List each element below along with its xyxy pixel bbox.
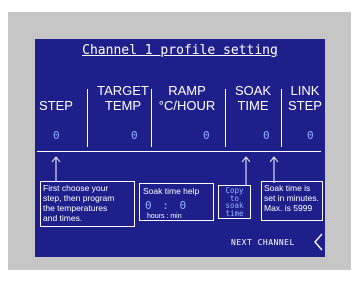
soak-help-minutes[interactable]: 0: [180, 199, 189, 212]
column-header-soak-time: SOAK TIME: [234, 83, 272, 113]
value-ramp[interactable]: 0: [203, 129, 210, 142]
soak-help-title: Soak time help: [143, 186, 200, 196]
chevron-left-icon[interactable]: [313, 233, 324, 251]
soak-help-hours[interactable]: 0: [145, 199, 154, 212]
column-header-step: STEP: [39, 98, 73, 113]
column-divider: [281, 89, 282, 147]
value-target-temp[interactable]: 0: [131, 129, 138, 142]
column-header-ramp: RAMP °C/HOUR: [158, 83, 216, 113]
soak-help-caption: hours : min: [146, 213, 183, 220]
column-header-target-temp: TARGET TEMP: [97, 83, 149, 113]
column-divider: [87, 89, 88, 147]
help-box-soak-info: Soak time is set in minutes. Max. is 599…: [261, 181, 323, 221]
arrow-up-icon: [51, 156, 61, 181]
arrow-up-icon: [269, 156, 279, 183]
next-channel-label[interactable]: NEXT CHANNEL: [231, 238, 295, 247]
lcd-screen: Channel 1 profile setting STEP TARGET TE…: [35, 39, 325, 257]
value-step[interactable]: 0: [53, 129, 60, 142]
copy-to-soak-time-button[interactable]: Copy to soak time: [218, 185, 251, 219]
soak-time-help-box: Soak time help 0 : 0 hours : min: [139, 183, 214, 221]
soak-help-time[interactable]: 0 : 0: [145, 199, 188, 212]
help-box-instructions: First choose your step, then program the…: [40, 181, 135, 227]
arrow-up-icon: [241, 156, 251, 185]
value-soak-time[interactable]: 0: [263, 129, 270, 142]
value-link-step[interactable]: 0: [307, 129, 314, 142]
column-divider: [151, 89, 152, 147]
column-divider: [225, 89, 226, 147]
column-header-link-step: LINK STEP: [288, 83, 322, 113]
table-bottom-line: [37, 151, 321, 152]
screen-title: Channel 1 profile setting: [82, 43, 278, 58]
